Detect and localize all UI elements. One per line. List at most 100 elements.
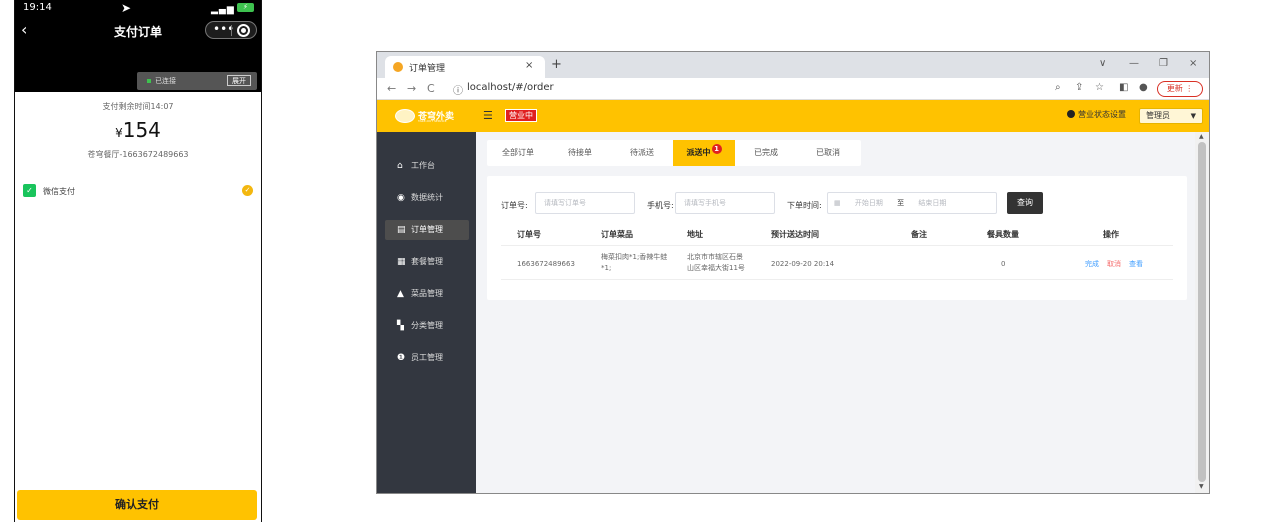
admin-label: 管理员 [1146,111,1170,120]
sidebar-item-label: 工作台 [411,161,435,170]
tab-pending-delivery[interactable]: 待派送 [611,140,673,166]
sidebar-item-label: 菜品管理 [411,289,443,298]
window-close-icon[interactable]: × [1189,58,1197,69]
business-status-setting[interactable]: 营业状态设置 [1067,109,1126,120]
phone-input[interactable]: 请填写手机号 [675,192,775,214]
search-button[interactable]: 查询 [1007,192,1043,214]
sidebar-item-label: 员工管理 [411,353,443,362]
admin-app: 苍穹外卖 TAKE-OUT SERVICE ☰ 营业中 营业状态设置 管理员 ▼… [377,100,1209,493]
app-header: 苍穹外卖 TAKE-OUT SERVICE ☰ 营业中 营业状态设置 管理员 ▼ [377,100,1209,132]
tab-label: 待接单 [568,148,592,157]
sidebar-item-dishes[interactable]: ▲ 菜品管理 [385,284,469,304]
tab-search-icon[interactable]: ∨ [1099,58,1106,69]
col-order-no: 订单号 [517,230,541,239]
back-icon[interactable]: ← [387,82,396,95]
view-button[interactable]: 查看 [1129,259,1143,269]
browser-window: 订单管理 × + ∨ — ❐ × ← → C ⓘ localhost/#/ord… [376,51,1210,494]
share-icon[interactable]: ⇪ [1075,82,1083,93]
reload-icon[interactable]: C [427,82,435,95]
caret-down-icon: ▼ [1190,112,1196,120]
cancel-button[interactable]: 取消 [1107,259,1121,269]
update-button[interactable]: 更新 ⋮ [1157,81,1203,97]
profile-icon[interactable]: ● [1139,82,1148,93]
zoom-icon[interactable]: ⌕ [1055,82,1061,93]
col-eta: 预计送达时间 [771,230,819,239]
table-row: 1663672489663 梅菜扣肉*1;香辣牛蛙*1; 北京市市辖区石景山区幸… [501,246,1173,280]
close-circle-icon[interactable] [237,24,250,37]
checked-icon[interactable]: ✓ [242,185,253,196]
phone-header: 19:14 ➤ ▂▄▆ ᯤ ⚡ ‹ 支付订单 ••• 已连接 展开 [15,0,261,92]
scroll-up-icon[interactable]: ▲ [1199,133,1204,140]
status-time: 19:14 [23,2,52,13]
date-range-picker[interactable]: ▦ 开始日期 至 结束日期 [827,192,997,214]
tab-label: 全部订单 [502,148,534,157]
complete-button[interactable]: 完成 [1085,259,1099,269]
tab-title: 订单管理 [409,64,446,74]
new-tab-icon[interactable]: + [551,57,562,72]
clock-icon [1067,110,1075,118]
page-scrollbar[interactable]: ▲ ▼ [1195,132,1209,493]
mini-program-navbar: ‹ 支付订单 ••• [15,18,261,44]
tab-strip: 订单管理 × + ∨ — ❐ × [377,52,1209,78]
side-panel-icon[interactable]: ◧ [1119,82,1128,93]
tab-all-orders[interactable]: 全部订单 [487,140,549,166]
start-date-placeholder: 开始日期 [854,199,883,207]
connected-dot-icon [147,79,151,83]
wechat-pay-icon: ✓ [23,184,36,197]
range-separator: 至 [897,199,905,207]
confirm-pay-button[interactable]: 确认支付 [17,490,257,520]
sidebar-item-employees[interactable]: ❶ 员工管理 [385,348,469,368]
dev-connection-bar: 已连接 展开 [137,72,257,90]
home-icon: ⌂ [397,161,403,171]
phone-screen: 19:14 ➤ ▂▄▆ ᯤ ⚡ ‹ 支付订单 ••• 已连接 展开 支付剩余时间… [14,0,262,522]
bookmark-star-icon[interactable]: ☆ [1095,82,1104,93]
order-number-label: 订单号: [501,201,528,210]
payment-method-label: 微信支付 [43,187,75,196]
end-date-placeholder: 结束日期 [918,199,947,207]
browser-tab[interactable]: 订单管理 × [385,56,545,78]
tab-label: 待派送 [630,148,654,157]
tab-label: 已取消 [816,148,840,157]
sidebar-item-categories[interactable]: ▚ 分类管理 [385,316,469,336]
tab-pending-accept[interactable]: 待接单 [549,140,611,166]
chart-icon: ◉ [397,193,405,203]
sidebar-item-label: 数据统计 [411,193,443,202]
tab-cancelled[interactable]: 已取消 [797,140,859,166]
scroll-down-icon[interactable]: ▼ [1199,483,1204,490]
scrollbar-thumb[interactable] [1198,142,1206,482]
cell-order-no: 1663672489663 [517,260,575,268]
col-address: 地址 [687,230,703,239]
cell-dishes: 梅菜扣肉*1;香辣牛蛙*1; [601,253,668,272]
restore-icon[interactable]: ❐ [1159,58,1168,69]
tab-completed[interactable]: 已完成 [735,140,797,166]
sidebar-item-label: 订单管理 [411,225,443,234]
mouse-cursor-icon: ➤ [121,1,132,15]
tab-delivering[interactable]: 派送中 1 [673,140,735,166]
expand-button[interactable]: 展开 [227,75,251,86]
order-number-input[interactable]: 请填写订单号 [535,192,635,214]
battery-icon: ⚡ [237,3,254,12]
sidebar-item-setmeal[interactable]: ▦ 套餐管理 [385,252,469,272]
sidebar-item-dashboard[interactable]: ⌂ 工作台 [385,156,469,176]
sidebar-item-label: 分类管理 [411,321,443,330]
menu-toggle-icon[interactable]: ☰ [483,109,493,122]
sidebar-item-orders[interactable]: ▤ 订单管理 [385,220,469,240]
url-field[interactable]: localhost/#/order [467,82,554,93]
tab-close-icon[interactable]: × [525,60,533,71]
minimize-icon[interactable]: — [1129,58,1139,69]
employee-icon: ❶ [397,353,406,363]
update-label: 更新 [1166,84,1183,93]
payment-method-wechat[interactable]: ✓ 微信支付 ✓ [23,183,253,199]
col-actions: 操作 [1103,230,1119,239]
currency-symbol: ¥ [115,126,123,140]
category-icon: ▚ [397,321,404,331]
sidebar-item-statistics[interactable]: ◉ 数据统计 [385,188,469,208]
col-dishes: 订单菜品 [601,230,633,239]
tab-label: 派送中 [686,148,711,157]
logo-subtext: TAKE-OUT SERVICE [418,119,447,123]
site-info-icon[interactable]: ⓘ [453,82,463,97]
forward-icon[interactable]: → [407,82,416,95]
more-menu-icon: ⋮ [1185,84,1194,93]
admin-dropdown[interactable]: 管理员 ▼ [1139,108,1203,124]
tab-label: 已完成 [754,148,778,157]
